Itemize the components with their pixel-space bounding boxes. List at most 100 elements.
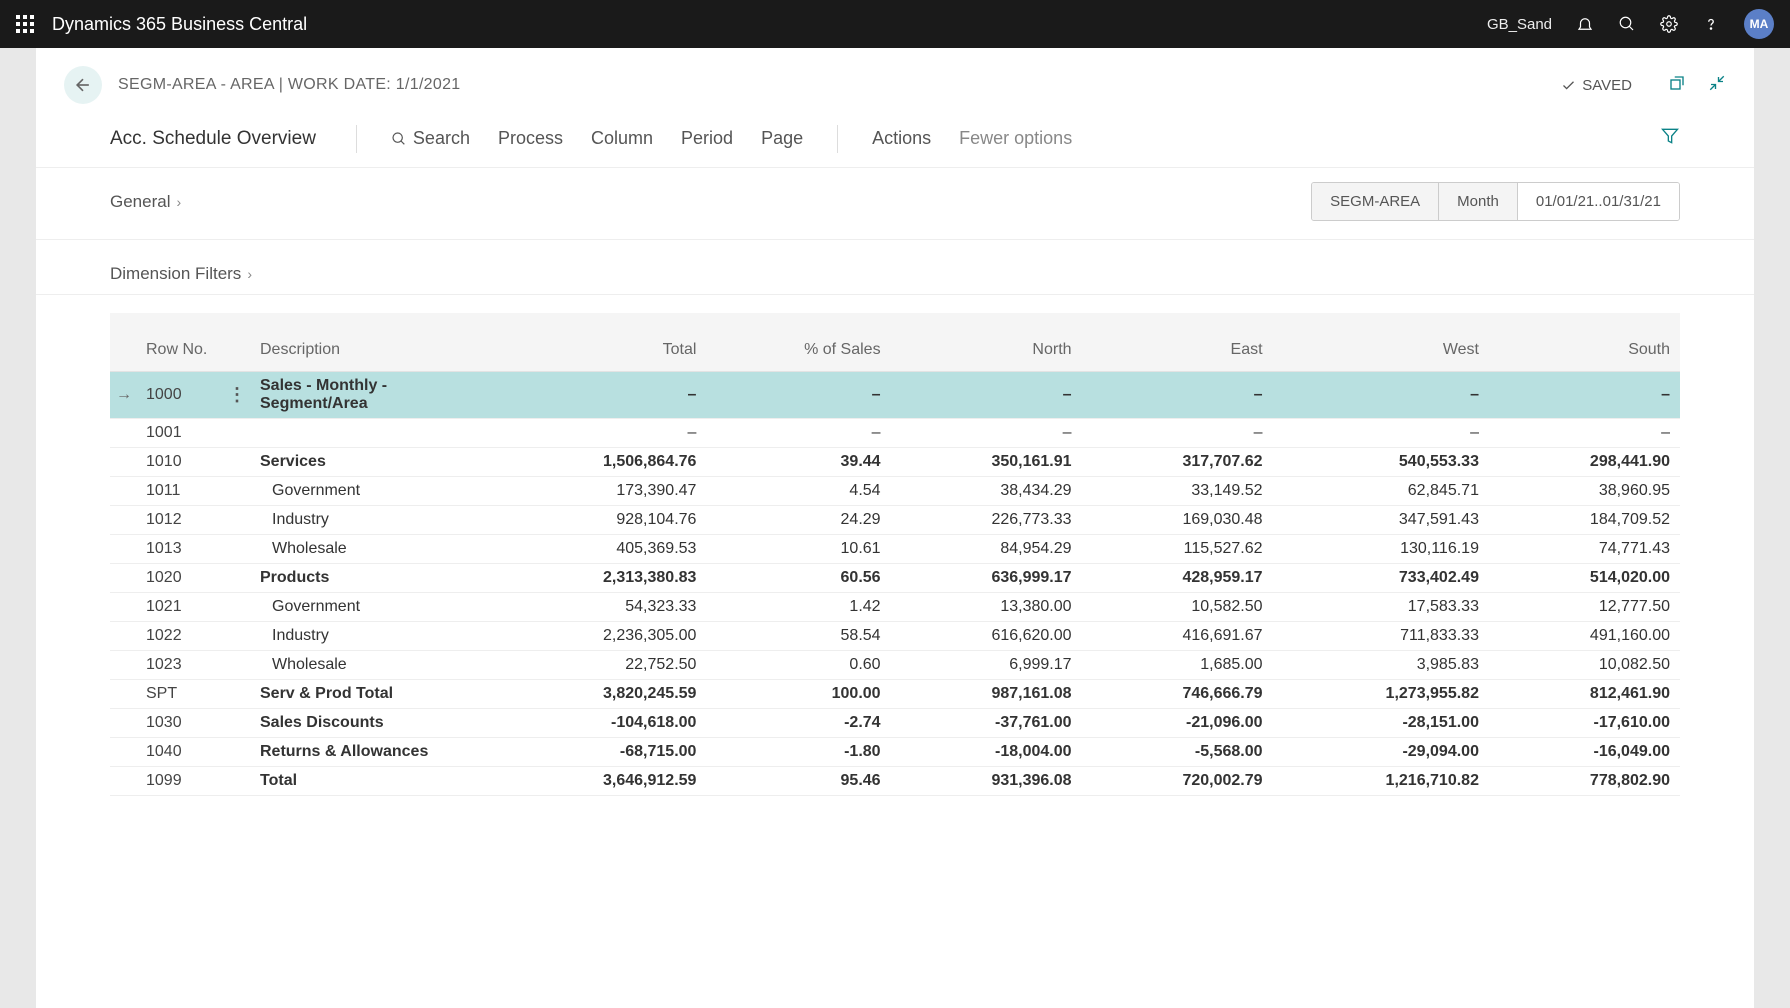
col-west[interactable]: West bbox=[1273, 313, 1489, 372]
cell-value[interactable]: 778,802.90 bbox=[1489, 767, 1680, 796]
back-button[interactable] bbox=[64, 66, 102, 104]
cell-description[interactable]: Returns & Allowances bbox=[250, 738, 490, 767]
cell-value[interactable]: 184,709.52 bbox=[1489, 506, 1680, 535]
cell-rowno[interactable]: 1021 bbox=[110, 593, 250, 622]
cell-value[interactable]: – bbox=[490, 372, 706, 419]
cell-value[interactable]: 58.54 bbox=[706, 622, 890, 651]
cell-rowno[interactable]: 1013 bbox=[110, 535, 250, 564]
cell-description[interactable]: Wholesale bbox=[250, 651, 490, 680]
cell-description[interactable]: Wholesale bbox=[250, 535, 490, 564]
table-row[interactable]: 1023Wholesale22,752.500.606,999.171,685.… bbox=[110, 651, 1680, 680]
cell-rowno[interactable]: 1020 bbox=[110, 564, 250, 593]
action-fewer-options[interactable]: Fewer options bbox=[947, 124, 1084, 153]
cell-description[interactable] bbox=[250, 419, 490, 448]
cell-description[interactable]: Services bbox=[250, 448, 490, 477]
cell-value[interactable]: 928,104.76 bbox=[490, 506, 706, 535]
cell-value[interactable]: – bbox=[1082, 419, 1273, 448]
cell-value[interactable]: 60.56 bbox=[706, 564, 890, 593]
cell-rowno[interactable]: 1023 bbox=[110, 651, 250, 680]
action-actions[interactable]: Actions bbox=[860, 124, 943, 153]
cell-value[interactable]: 173,390.47 bbox=[490, 477, 706, 506]
cell-value[interactable]: 987,161.08 bbox=[891, 680, 1082, 709]
cell-value[interactable]: 95.46 bbox=[706, 767, 890, 796]
cell-value[interactable]: -104,618.00 bbox=[490, 709, 706, 738]
cell-value[interactable]: 540,553.33 bbox=[1273, 448, 1489, 477]
cell-value[interactable]: 6,999.17 bbox=[891, 651, 1082, 680]
table-row[interactable]: →1000⋮Sales - Monthly - Segment/Area––––… bbox=[110, 372, 1680, 419]
cell-value[interactable]: – bbox=[706, 419, 890, 448]
cell-value[interactable]: 405,369.53 bbox=[490, 535, 706, 564]
open-separately-icon[interactable] bbox=[1668, 74, 1686, 97]
table-row[interactable]: 1013Wholesale405,369.5310.6184,954.29115… bbox=[110, 535, 1680, 564]
cell-value[interactable]: 2,313,380.83 bbox=[490, 564, 706, 593]
action-column[interactable]: Column bbox=[579, 124, 665, 153]
cell-value[interactable]: – bbox=[1489, 419, 1680, 448]
cell-description[interactable]: Total bbox=[250, 767, 490, 796]
cell-value[interactable]: – bbox=[1489, 372, 1680, 419]
cell-value[interactable]: 100.00 bbox=[706, 680, 890, 709]
cell-rowno[interactable]: 1040 bbox=[110, 738, 250, 767]
cell-value[interactable]: 711,833.33 bbox=[1273, 622, 1489, 651]
cell-description[interactable]: ⋮Sales - Monthly - Segment/Area bbox=[250, 372, 490, 419]
cell-value[interactable]: – bbox=[706, 372, 890, 419]
cell-value[interactable]: -21,096.00 bbox=[1082, 709, 1273, 738]
action-page[interactable]: Page bbox=[749, 124, 815, 153]
cell-value[interactable]: 347,591.43 bbox=[1273, 506, 1489, 535]
cell-value[interactable]: 24.29 bbox=[706, 506, 890, 535]
cell-value[interactable]: – bbox=[891, 372, 1082, 419]
cell-value[interactable]: 3,985.83 bbox=[1273, 651, 1489, 680]
cell-rowno[interactable]: 1001 bbox=[110, 419, 250, 448]
action-search[interactable]: Search bbox=[379, 124, 482, 153]
cell-value[interactable]: 17,583.33 bbox=[1273, 593, 1489, 622]
cell-value[interactable]: -5,568.00 bbox=[1082, 738, 1273, 767]
col-north[interactable]: North bbox=[891, 313, 1082, 372]
cell-description[interactable]: Government bbox=[250, 477, 490, 506]
cell-value[interactable]: – bbox=[490, 419, 706, 448]
cell-value[interactable]: 3,820,245.59 bbox=[490, 680, 706, 709]
cell-value[interactable]: 1.42 bbox=[706, 593, 890, 622]
cell-value[interactable]: 74,771.43 bbox=[1489, 535, 1680, 564]
cell-value[interactable]: – bbox=[1273, 419, 1489, 448]
cell-rowno[interactable]: 1010 bbox=[110, 448, 250, 477]
cell-value[interactable]: -18,004.00 bbox=[891, 738, 1082, 767]
cell-value[interactable]: -37,761.00 bbox=[891, 709, 1082, 738]
action-process[interactable]: Process bbox=[486, 124, 575, 153]
table-row[interactable]: 1099Total3,646,912.5995.46931,396.08720,… bbox=[110, 767, 1680, 796]
cell-value[interactable]: -2.74 bbox=[706, 709, 890, 738]
cell-rowno[interactable]: 1022 bbox=[110, 622, 250, 651]
cell-value[interactable]: 298,441.90 bbox=[1489, 448, 1680, 477]
table-row[interactable]: 1001–––––– bbox=[110, 419, 1680, 448]
table-row[interactable]: 1012Industry928,104.7624.29226,773.33169… bbox=[110, 506, 1680, 535]
cell-value[interactable]: 84,954.29 bbox=[891, 535, 1082, 564]
cell-value[interactable]: 54,323.33 bbox=[490, 593, 706, 622]
col-description[interactable]: Description bbox=[250, 313, 490, 372]
cell-value[interactable]: 39.44 bbox=[706, 448, 890, 477]
cell-value[interactable]: – bbox=[1273, 372, 1489, 419]
collapse-icon[interactable] bbox=[1708, 74, 1726, 97]
cell-value[interactable]: 812,461.90 bbox=[1489, 680, 1680, 709]
cell-rowno[interactable]: 1012 bbox=[110, 506, 250, 535]
cell-value[interactable]: 0.60 bbox=[706, 651, 890, 680]
table-row[interactable]: 1021Government54,323.331.4213,380.0010,5… bbox=[110, 593, 1680, 622]
cell-value[interactable]: 1,685.00 bbox=[1082, 651, 1273, 680]
cell-value[interactable]: 428,959.17 bbox=[1082, 564, 1273, 593]
pill-daterange[interactable]: 01/01/21..01/31/21 bbox=[1518, 183, 1679, 220]
cell-value[interactable]: 416,691.67 bbox=[1082, 622, 1273, 651]
cell-value[interactable]: 3,646,912.59 bbox=[490, 767, 706, 796]
cell-value[interactable]: 1,506,864.76 bbox=[490, 448, 706, 477]
cell-value[interactable]: 746,666.79 bbox=[1082, 680, 1273, 709]
pill-segm-area[interactable]: SEGM-AREA bbox=[1312, 183, 1439, 220]
cell-value[interactable]: 12,777.50 bbox=[1489, 593, 1680, 622]
table-row[interactable]: 1020Products2,313,380.8360.56636,999.174… bbox=[110, 564, 1680, 593]
cell-value[interactable]: 1,216,710.82 bbox=[1273, 767, 1489, 796]
cell-value[interactable]: 1,273,955.82 bbox=[1273, 680, 1489, 709]
col-total[interactable]: Total bbox=[490, 313, 706, 372]
cell-value[interactable]: 22,752.50 bbox=[490, 651, 706, 680]
cell-value[interactable]: 636,999.17 bbox=[891, 564, 1082, 593]
cell-value[interactable]: 38,960.95 bbox=[1489, 477, 1680, 506]
user-avatar[interactable]: MA bbox=[1744, 9, 1774, 39]
cell-description[interactable]: Industry bbox=[250, 622, 490, 651]
row-menu-icon[interactable]: ⋮ bbox=[228, 385, 244, 406]
cell-value[interactable]: 720,002.79 bbox=[1082, 767, 1273, 796]
cell-value[interactable]: -17,610.00 bbox=[1489, 709, 1680, 738]
